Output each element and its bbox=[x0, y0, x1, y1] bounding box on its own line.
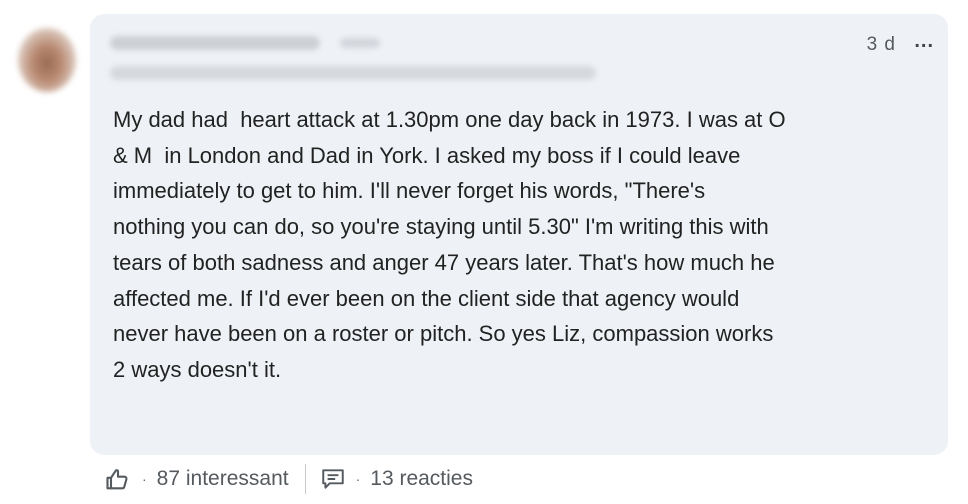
comment-actions: · 87 interessant · 13 reacties bbox=[104, 462, 473, 496]
comment-icon[interactable] bbox=[320, 466, 346, 492]
comment-timestamp: 3 d bbox=[866, 34, 896, 55]
separator-dot: · bbox=[142, 471, 147, 487]
replies-count[interactable]: 13 reacties bbox=[370, 467, 473, 491]
actions-divider bbox=[304, 464, 306, 494]
comment-text: My dad had heart attack at 1.30pm one da… bbox=[113, 107, 786, 382]
reactions-button[interactable]: · 87 interessant bbox=[104, 465, 289, 493]
thumbs-up-icon[interactable] bbox=[104, 465, 132, 493]
replies-button[interactable]: · 13 reacties bbox=[320, 466, 473, 492]
author-degree-redacted bbox=[340, 38, 380, 48]
reactions-count[interactable]: 87 interessant bbox=[157, 467, 289, 491]
more-options-button[interactable]: ... bbox=[914, 30, 934, 53]
author-headline-redacted bbox=[110, 66, 596, 80]
avatar[interactable] bbox=[18, 28, 76, 92]
comment-bubble: 3 d ... My dad had heart attack at 1.30p… bbox=[90, 14, 948, 455]
separator-dot: · bbox=[355, 471, 361, 487]
author-name-redacted[interactable] bbox=[110, 36, 320, 50]
